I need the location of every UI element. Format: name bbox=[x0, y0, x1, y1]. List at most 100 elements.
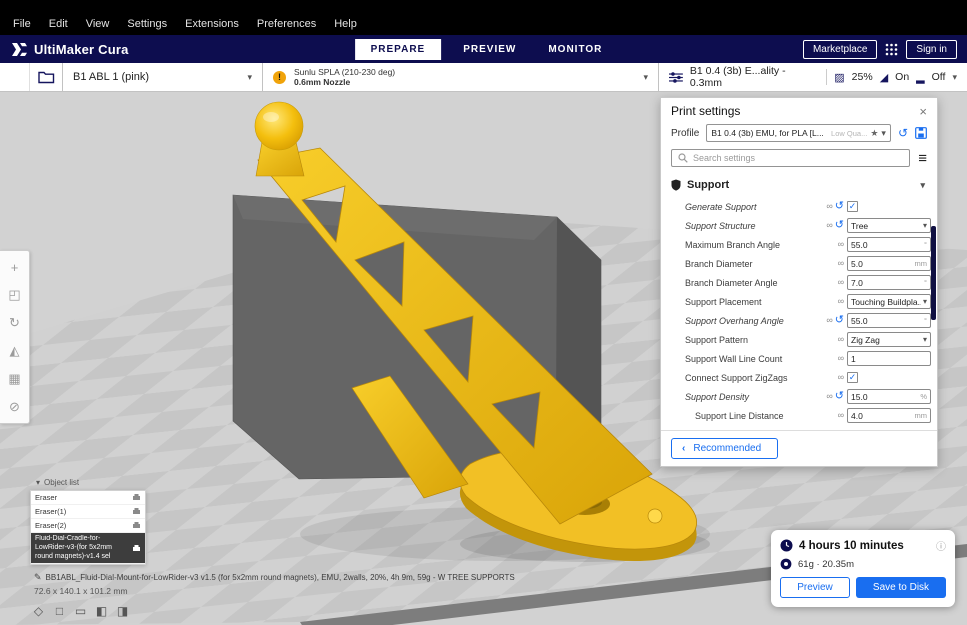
setting-row-support-overhang-angle: Support Overhang Angle ∞↺ 55.0° bbox=[671, 311, 931, 330]
object-list-item-selected[interactable]: Fluid-Dial-Cradle-for-LowRider-v3-(for 5… bbox=[31, 533, 145, 564]
search-input[interactable]: Search settings bbox=[671, 149, 910, 167]
save-to-disk-button[interactable]: Save to Disk bbox=[856, 577, 946, 598]
summary-divider bbox=[826, 69, 827, 85]
support-density-input[interactable]: 15.0% bbox=[847, 389, 931, 404]
printer-selector[interactable]: B1 ABL 1 (pink) ▾ bbox=[63, 63, 263, 91]
menu-file[interactable]: File bbox=[4, 16, 40, 32]
connect-support-zigzags-checkbox[interactable]: ✓ bbox=[847, 372, 858, 383]
view-right-icon[interactable]: ◨ bbox=[114, 602, 131, 619]
menu-view[interactable]: View bbox=[77, 16, 119, 32]
model-info-text: BB1ABL_Fluid-Dial-Mount-for-LowRider-v3 … bbox=[46, 573, 515, 582]
tab-preview[interactable]: PREVIEW bbox=[447, 39, 532, 60]
material-info: Sunlu SPLA (210-230 deg) 0.6mm Nozzle bbox=[294, 67, 395, 87]
pencil-icon[interactable]: ✎ bbox=[34, 572, 42, 583]
branch-diameter-angle-input[interactable]: 7.0° bbox=[847, 275, 931, 290]
adhesion-icon: ▂ bbox=[916, 71, 924, 84]
support-structure-select[interactable]: Tree▾ bbox=[847, 218, 931, 233]
menu-edit[interactable]: Edit bbox=[40, 16, 77, 32]
spool-icon bbox=[780, 558, 792, 570]
apps-grid-icon[interactable] bbox=[885, 43, 898, 56]
search-icon bbox=[678, 153, 688, 163]
tab-monitor[interactable]: MONITOR bbox=[532, 39, 618, 60]
chevron-down-icon: ▾ bbox=[952, 72, 957, 83]
revert-icon[interactable]: ↺ bbox=[835, 391, 844, 402]
mirror-tool-icon[interactable]: ◭ bbox=[0, 337, 29, 365]
marketplace-button[interactable]: Marketplace bbox=[803, 40, 877, 59]
preview-button[interactable]: Preview bbox=[780, 577, 850, 598]
support-wall-line-count-input[interactable]: 1 bbox=[847, 351, 931, 366]
panel-title: Print settings bbox=[671, 104, 740, 118]
close-icon[interactable]: × bbox=[919, 105, 927, 118]
revert-icon[interactable]: ↺ bbox=[835, 220, 844, 231]
scale-tool-icon[interactable]: ◰ bbox=[0, 281, 29, 309]
object-list-item[interactable]: Eraser(2) bbox=[31, 519, 145, 533]
chevron-down-icon: ▾ bbox=[881, 128, 886, 139]
clock-icon bbox=[780, 539, 793, 552]
info-icon[interactable]: ⓘ bbox=[936, 538, 946, 553]
maximum-branch-angle-input[interactable]: 55.0° bbox=[847, 237, 931, 252]
estimate-time-row: 4 hours 10 minutes ⓘ bbox=[780, 538, 946, 553]
profile-label: Profile bbox=[671, 128, 699, 139]
object-list-toggle[interactable]: ▾ Object list bbox=[36, 478, 79, 487]
printer-icon bbox=[132, 544, 141, 553]
material-name: Sunlu SPLA (210-230 deg) bbox=[294, 67, 395, 77]
selbar-spacer bbox=[0, 63, 30, 91]
header-right: Marketplace Sign in bbox=[803, 40, 957, 59]
menu-bar: File Edit View Settings Extensions Prefe… bbox=[0, 0, 967, 35]
per-model-settings-icon[interactable]: ▦ bbox=[0, 365, 29, 393]
app-title: UltiMaker Cura bbox=[34, 42, 129, 57]
material-selector[interactable]: ! Sunlu SPLA (210-230 deg) 0.6mm Nozzle … bbox=[263, 63, 659, 91]
print-settings-summary[interactable]: B1 0.4 (3b) E...ality - 0.3mm ▨ 25% ◢ On… bbox=[659, 63, 967, 91]
support-icon: ◢ bbox=[880, 71, 888, 84]
profile-revert-icon[interactable]: ↺ bbox=[898, 127, 908, 139]
revert-icon[interactable]: ↺ bbox=[835, 315, 844, 326]
panel-footer: ‹ Recommended bbox=[661, 430, 937, 466]
profile-value: B1 0.4 (3b) EMU, for PLA [L... bbox=[711, 128, 828, 138]
object-list-item[interactable]: Eraser(1) bbox=[31, 505, 145, 519]
panel-header: Print settings × bbox=[661, 98, 937, 122]
adhesion-value: Off bbox=[932, 71, 946, 83]
profile-quality-badge: Low Qua... bbox=[831, 129, 867, 138]
support-overhang-angle-input[interactable]: 55.0° bbox=[847, 313, 931, 328]
printer-icon bbox=[132, 507, 141, 516]
settings-menu-icon[interactable]: ≡ bbox=[918, 151, 927, 166]
viewport-3d[interactable]: + ◰ ↻ ◭ ▦ ⊘ Print settings × Profile B1 … bbox=[0, 92, 967, 625]
menu-preferences[interactable]: Preferences bbox=[248, 16, 325, 32]
view-3d-icon[interactable]: ◇ bbox=[30, 602, 47, 619]
recommended-button[interactable]: ‹ Recommended bbox=[671, 438, 778, 459]
link-icon: ∞ bbox=[838, 240, 844, 249]
link-icon: ∞ bbox=[826, 392, 832, 401]
open-file-button[interactable] bbox=[30, 63, 63, 91]
section-support[interactable]: Support ▾ bbox=[671, 173, 931, 197]
sign-in-button[interactable]: Sign in bbox=[906, 40, 957, 59]
settings-scrollbar[interactable] bbox=[931, 226, 936, 320]
view-left-icon[interactable]: ◧ bbox=[93, 602, 110, 619]
tab-prepare[interactable]: PREPARE bbox=[355, 39, 442, 60]
view-front-icon[interactable]: □ bbox=[51, 602, 68, 619]
profile-dropdown[interactable]: B1 0.4 (3b) EMU, for PLA [L... Low Qua..… bbox=[706, 124, 891, 142]
rotate-tool-icon[interactable]: ↻ bbox=[0, 309, 29, 337]
support-line-distance-input[interactable]: 4.0mm bbox=[847, 408, 931, 423]
object-list-item[interactable]: Eraser bbox=[31, 491, 145, 505]
view-top-icon[interactable]: ▭ bbox=[72, 602, 89, 619]
ultimaker-logo: UltiMaker Cura bbox=[12, 42, 129, 57]
menu-extensions[interactable]: Extensions bbox=[176, 16, 248, 32]
setting-row-branch-diameter-angle: Branch Diameter Angle ∞ 7.0° bbox=[671, 273, 931, 292]
move-tool-icon[interactable]: + bbox=[0, 253, 29, 281]
search-placeholder: Search settings bbox=[693, 153, 755, 163]
branch-diameter-input[interactable]: 5.0mm bbox=[847, 256, 931, 271]
folder-icon bbox=[38, 70, 55, 84]
print-settings-panel: Print settings × Profile B1 0.4 (3b) EMU… bbox=[660, 97, 938, 467]
estimate-buttons: Preview Save to Disk bbox=[780, 577, 946, 598]
chevron-down-icon: ▾ bbox=[643, 72, 648, 83]
menu-help[interactable]: Help bbox=[325, 16, 366, 32]
save-profile-icon[interactable] bbox=[915, 127, 927, 139]
support-blocker-icon[interactable]: ⊘ bbox=[0, 393, 29, 421]
generate-support-checkbox[interactable]: ✓ bbox=[847, 201, 858, 212]
revert-icon[interactable]: ↺ bbox=[835, 201, 844, 212]
link-icon: ∞ bbox=[838, 297, 844, 306]
support-pattern-select[interactable]: Zig Zag▾ bbox=[847, 332, 931, 347]
support-placement-select[interactable]: Touching Buildpla...▾ bbox=[847, 294, 931, 309]
settings-list: Support ▾ Generate Support ∞↺ ✓ Support … bbox=[661, 173, 937, 427]
menu-settings[interactable]: Settings bbox=[118, 16, 176, 32]
